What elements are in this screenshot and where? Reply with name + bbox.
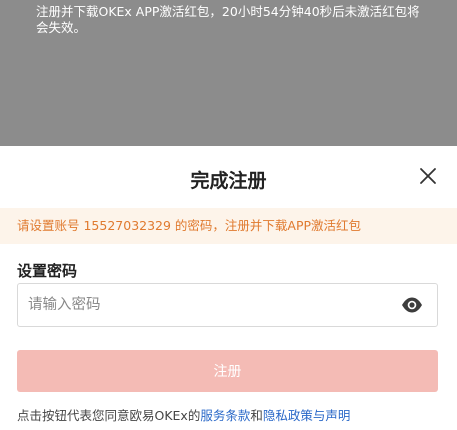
sheet-header: 完成注册 [0,146,457,208]
close-icon [420,168,436,184]
sheet-title: 完成注册 [190,170,267,192]
terms-statement: 点击按钮代表您同意欧易OKEx的服务条款和隐私政策与声明 [17,405,350,424]
background-red-packet-text: 注册并下载OKEx APP激活红包，20小时54分钟40秒后未激活红包将会失效。 [36,4,420,35]
password-field [17,283,438,327]
terms-and: 和 [250,408,263,423]
terms-prefix: 点击按钮代表您同意欧易OKEx的 [17,408,201,423]
notice-text: 请设置账号 15527032329 的密码，注册并下载APP激活红包 [17,218,362,233]
terms-of-service-link[interactable]: 服务条款 [200,408,250,423]
toggle-password-visibility-button[interactable] [401,295,423,315]
eye-icon [402,297,422,313]
modal-backdrop[interactable]: 注册并下载OKEx APP激活红包，20小时54分钟40秒后未激活红包将会失效。 [0,0,457,146]
password-notice: 请设置账号 15527032329 的密码，注册并下载APP激活红包 [0,208,457,244]
password-input[interactable] [28,284,378,326]
register-button[interactable]: 注册 [17,350,438,392]
privacy-policy-link[interactable]: 隐私政策与声明 [263,408,351,423]
password-label: 设置密码 [17,262,78,280]
close-button[interactable] [417,165,439,187]
register-sheet: 完成注册 请设置账号 15527032329 的密码，注册并下载APP激活红包 … [0,146,457,430]
